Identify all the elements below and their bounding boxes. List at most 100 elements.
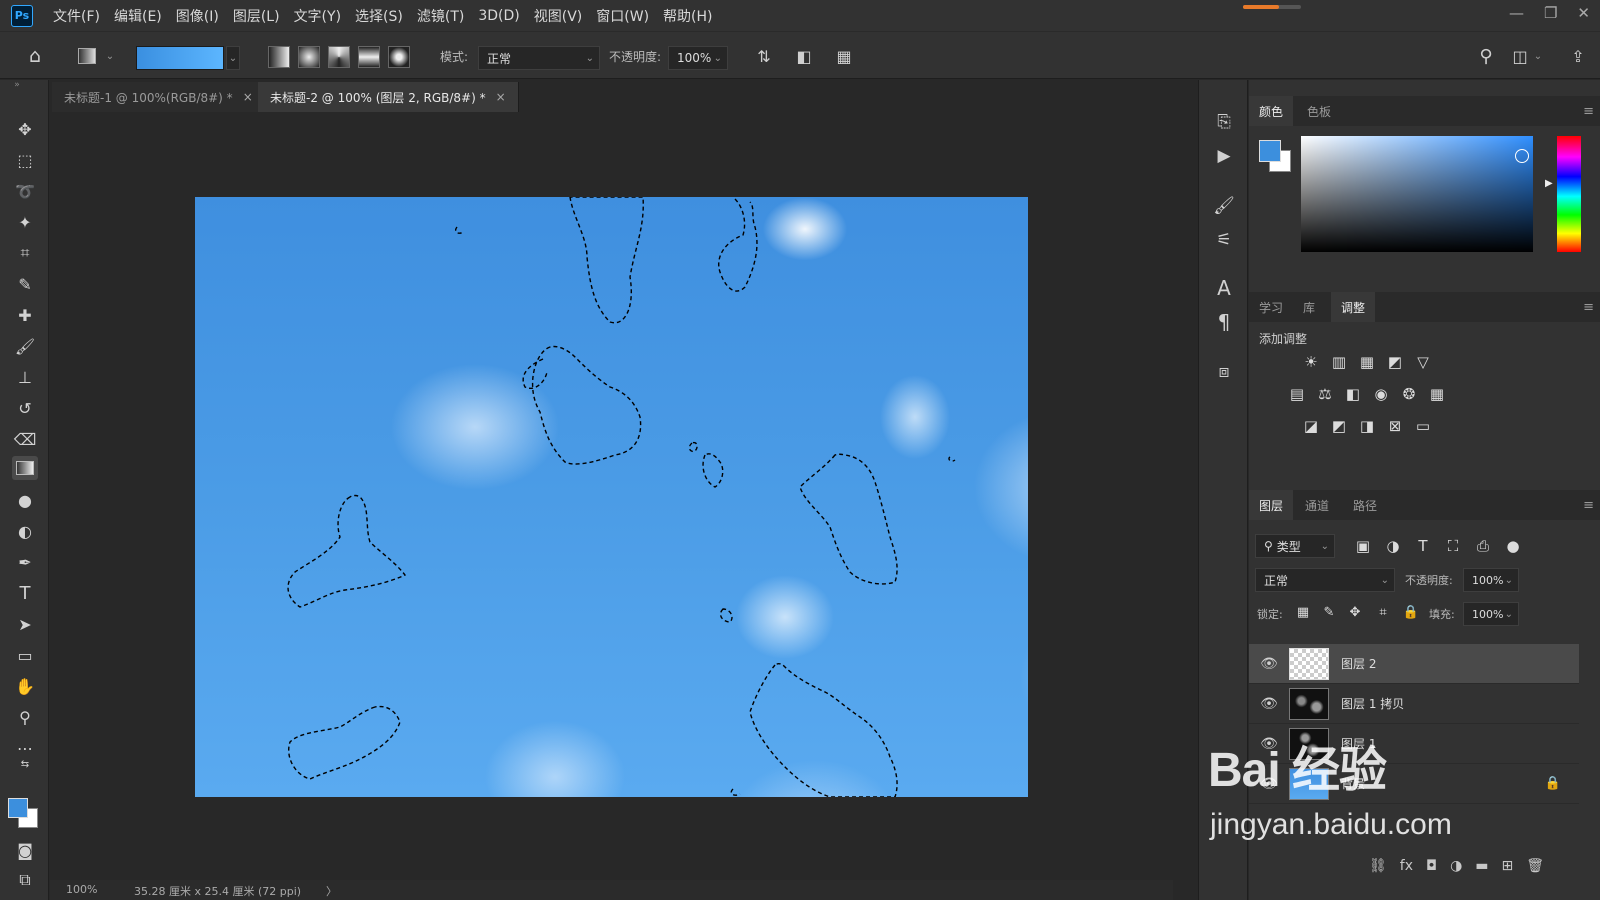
color-lookup-icon[interactable]: ▦ [1427,384,1447,404]
gradient-tool-icon[interactable] [12,456,38,480]
eyedropper-tool-icon[interactable]: ✎ [12,272,38,296]
dodge-tool-icon[interactable]: ◐ [12,519,38,543]
channel-mixer-icon[interactable]: ❂ [1399,384,1419,404]
healing-brush-tool-icon[interactable]: ✚ [12,303,38,327]
home-icon[interactable]: ⌂ [22,44,48,68]
tab-document-1[interactable]: 未标题-1 @ 100%(RGB/8#) * × [52,82,266,112]
tab-adjustments[interactable]: 调整 [1331,292,1376,322]
path-selection-tool-icon[interactable]: ➤ [12,612,38,636]
search-icon[interactable]: ⚲ [1474,44,1498,68]
opacity-field[interactable]: 100% ⌄ [668,46,728,70]
zoom-level[interactable]: 100% [66,883,97,896]
tab-channels[interactable]: 通道 [1295,490,1339,520]
eraser-tool-icon[interactable]: ⌫ [12,427,38,451]
preset-dropdown-icon[interactable]: ⌄ [104,44,116,68]
quick-mask-icon[interactable]: ◙ [12,838,38,862]
collapse-tools-icon[interactable]: » [4,80,30,90]
blend-mode-select[interactable]: 正常 ⌄ [1255,568,1395,592]
magic-wand-tool-icon[interactable]: ✦ [12,210,38,234]
menu-view[interactable]: 视图(V) [534,6,583,26]
gradient-dropdown-icon[interactable]: ⌄ [226,46,240,70]
menu-help[interactable]: 帮助(H) [663,6,712,26]
menu-layer[interactable]: 图层(L) [233,6,280,26]
link-layers-icon[interactable]: ⛓ [1369,858,1387,874]
linear-gradient-button[interactable] [268,46,290,68]
gradient-map-icon[interactable]: ▭ [1413,416,1433,436]
eye-icon[interactable]: 👁 [1249,776,1289,792]
panel-menu-icon[interactable]: ≡ [1583,498,1594,513]
close-window-button[interactable]: ✕ [1577,4,1590,22]
selective-color-icon[interactable]: ⊠ [1385,416,1405,436]
filter-toggle-icon[interactable]: ● [1503,536,1523,556]
menu-filter[interactable]: 滤镜(T) [417,6,464,26]
fill-field[interactable]: 100% ⌄ [1463,602,1519,626]
menu-window[interactable]: 窗口(W) [596,6,649,26]
character-icon[interactable]: A [1212,276,1236,300]
angle-gradient-button[interactable] [328,46,350,68]
brightness-icon[interactable]: ☀ [1301,352,1321,372]
filter-shape-icon[interactable]: ⛶ [1443,536,1463,556]
close-tab-icon[interactable]: × [243,90,253,104]
delete-layer-icon[interactable]: 🗑 [1526,858,1544,874]
lock-position-icon[interactable]: ✥ [1345,602,1365,622]
move-tool-icon[interactable]: ✥ [12,117,38,141]
rectangle-tool-icon[interactable]: ▭ [12,643,38,667]
minimize-button[interactable]: — [1509,4,1524,22]
exposure-icon[interactable]: ◩ [1385,352,1405,372]
tab-paths[interactable]: 路径 [1343,490,1387,520]
brush-settings-icon[interactable]: 🖌 [1212,194,1236,218]
color-picker-cursor[interactable] [1515,149,1529,163]
menu-3d[interactable]: 3D(D) [478,8,519,24]
reverse-icon[interactable]: ⇅ [752,44,776,68]
history-brush-tool-icon[interactable]: ↺ [12,396,38,420]
mode-select[interactable]: 正常 ⌄ [478,46,600,70]
type-tool-icon[interactable]: T [12,581,38,605]
menu-image[interactable]: 图像(I) [176,6,219,26]
paragraph-icon[interactable]: ¶ [1212,310,1236,334]
diamond-gradient-button[interactable] [388,46,410,68]
close-tab-icon[interactable]: × [496,90,506,104]
fx-icon[interactable]: fx [1400,858,1413,874]
eye-icon[interactable]: 👁 [1249,696,1289,712]
color-balance-icon[interactable]: ⚖ [1315,384,1335,404]
eye-icon[interactable]: 👁 [1249,656,1289,672]
invert-icon[interactable]: ◪ [1301,416,1321,436]
new-group-icon[interactable]: ▬ [1475,858,1488,874]
workspace-icon[interactable]: ◫ [1508,44,1532,68]
threshold-icon[interactable]: ◨ [1357,416,1377,436]
levels-icon[interactable]: ▥ [1329,352,1349,372]
layer-row[interactable]: 👁 图层 1 拷贝 [1249,684,1579,724]
status-menu-arrow[interactable]: 〉 [326,883,337,899]
filter-type-icon[interactable]: T [1413,536,1433,556]
menu-edit[interactable]: 编辑(E) [114,6,162,26]
workspace-dropdown-icon[interactable]: ⌄ [1532,44,1544,68]
posterize-icon[interactable]: ◩ [1329,416,1349,436]
lock-all-icon[interactable]: 🔒 [1401,602,1421,622]
color-foreground-swatch[interactable] [1259,140,1281,162]
blur-tool-icon[interactable]: ● [12,488,38,512]
menu-type[interactable]: 文字(Y) [294,6,341,26]
transparency-icon[interactable]: ▦ [832,44,856,68]
lasso-tool-icon[interactable]: ➰ [12,179,38,203]
panel-menu-icon[interactable]: ≡ [1583,104,1594,119]
new-adjustment-layer-icon[interactable]: ◑ [1450,858,1462,874]
tab-swatches[interactable]: 色板 [1297,96,1341,126]
tab-layers[interactable]: 图层 [1249,490,1294,520]
panel-menu-icon[interactable]: ≡ [1583,300,1594,315]
layer-row[interactable]: 👁 图层 2 [1249,644,1579,684]
menu-select[interactable]: 选择(S) [355,6,403,26]
layer-row[interactable]: 👁 图层 1 [1249,724,1579,764]
pen-tool-icon[interactable]: ✒ [12,550,38,574]
curves-icon[interactable]: ▦ [1357,352,1377,372]
restore-button[interactable]: ❐ [1544,4,1557,22]
swap-colors-icon[interactable]: ⇆ [12,756,38,772]
gradient-swatch[interactable] [136,46,224,70]
document-canvas[interactable] [195,197,1028,797]
lock-artboard-icon[interactable]: ⌗ [1373,602,1393,622]
marquee-tool-icon[interactable]: ⬚ [12,148,38,172]
tab-document-2[interactable]: 未标题-2 @ 100% (图层 2, RGB/8#) * × [258,82,519,112]
filter-smart-object-icon[interactable]: ⎙ [1473,536,1493,556]
layer-row[interactable]: 👁 背景 🔒 [1249,764,1579,804]
photo-filter-icon[interactable]: ◉ [1371,384,1391,404]
actions-play-icon[interactable]: ▶ [1212,144,1236,168]
